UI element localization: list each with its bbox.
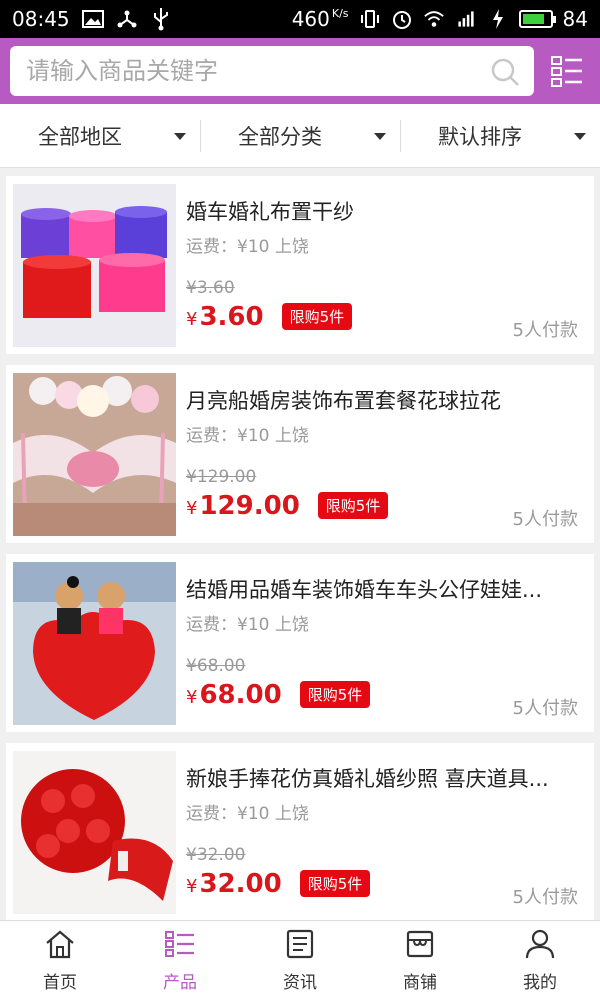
price-value: 129.00	[199, 491, 300, 521]
filter-label: 默认排序	[438, 124, 522, 149]
search-icon[interactable]	[490, 57, 520, 91]
product-image[interactable]	[13, 562, 176, 725]
battery-icon	[518, 10, 556, 28]
limit-badge: 限购5件	[299, 870, 371, 897]
image-icon	[81, 8, 104, 30]
filter-sort[interactable]: 默认排序	[400, 116, 600, 156]
product-price: ¥3.60 限购5件	[186, 302, 353, 333]
chevron-down-icon	[574, 132, 586, 140]
store-icon	[404, 929, 436, 964]
bottom-tab-bar: 首页 产品 资讯 商铺 我的	[0, 920, 600, 1000]
product-item[interactable]: 月亮船婚房装饰布置套餐花球拉花 运费：¥10 上饶 ¥129.00 ¥129.0…	[6, 365, 594, 543]
shipping-info: 运费：¥10 上饶	[186, 804, 309, 824]
category-menu-icon[interactable]	[550, 54, 584, 88]
price-value: 3.60	[199, 302, 264, 332]
original-price: ¥129.00	[186, 467, 257, 487]
product-image[interactable]	[13, 751, 176, 914]
product-info: 新娘手捧花仿真婚礼婚纱照 喜庆道具... 运费：¥10 上饶 ¥32.00 ¥3…	[186, 743, 578, 921]
charging-icon	[487, 8, 509, 30]
tab-home[interactable]: 首页	[0, 921, 120, 1000]
product-title[interactable]: 月亮船婚房装饰布置套餐花球拉花	[186, 385, 578, 415]
price-value: 32.00	[199, 869, 282, 899]
paid-count: 5人付款	[512, 509, 578, 530]
original-price: ¥68.00	[186, 656, 246, 676]
paid-count: 5人付款	[512, 698, 578, 719]
tab-label: 首页	[43, 972, 77, 993]
search-input[interactable]	[26, 57, 518, 85]
limit-badge: 限购5件	[317, 492, 389, 519]
product-info: 婚车婚礼布置干纱 运费：¥10 上饶 ¥3.60 ¥3.60 限购5件 5人付款	[186, 176, 578, 354]
filter-bar: 全部地区 全部分类 默认排序	[0, 104, 600, 168]
product-price: ¥68.00 限购5件	[186, 680, 371, 711]
limit-badge: 限购5件	[299, 681, 371, 708]
tab-products[interactable]: 产品	[120, 921, 240, 1000]
usb-icon	[150, 8, 172, 31]
news-icon	[284, 929, 316, 964]
product-image[interactable]	[13, 373, 176, 536]
product-image[interactable]	[13, 184, 176, 347]
tab-label: 产品	[163, 972, 197, 993]
shipping-info: 运费：¥10 上饶	[186, 615, 309, 635]
chevron-down-icon	[174, 132, 186, 140]
product-list: 婚车婚礼布置干纱 运费：¥10 上饶 ¥3.60 ¥3.60 限购5件 5人付款	[6, 176, 594, 932]
header	[0, 38, 600, 104]
filter-category[interactable]: 全部分类	[200, 116, 400, 156]
tab-stores[interactable]: 商铺	[360, 921, 480, 1000]
product-info: 结婚用品婚车装饰婚车车头公仔娃娃... 运费：¥10 上饶 ¥68.00 ¥68…	[186, 554, 578, 732]
tab-label: 资讯	[283, 972, 317, 993]
list-icon	[164, 929, 196, 964]
product-price: ¥129.00 限购5件	[186, 491, 389, 522]
chevron-down-icon	[374, 132, 386, 140]
home-icon	[44, 929, 76, 964]
product-title[interactable]: 新娘手捧花仿真婚礼婚纱照 喜庆道具...	[186, 763, 578, 793]
filter-label: 全部分类	[238, 124, 322, 149]
original-price: ¥3.60	[186, 278, 235, 298]
network-speed: 460 K/s	[291, 7, 349, 31]
product-title[interactable]: 婚车婚礼布置干纱	[186, 196, 578, 226]
shipping-info: 运费：¥10 上饶	[186, 426, 309, 446]
product-info: 月亮船婚房装饰布置套餐花球拉花 运费：¥10 上饶 ¥129.00 ¥129.0…	[186, 365, 578, 543]
currency-symbol: ¥	[186, 687, 198, 708]
paid-count: 5人付款	[512, 320, 578, 341]
original-price: ¥32.00	[186, 845, 246, 865]
battery-percent: 84	[562, 7, 588, 31]
product-item[interactable]: 结婚用品婚车装饰婚车车头公仔娃娃... 运费：¥10 上饶 ¥68.00 ¥68…	[6, 554, 594, 732]
shipping-info: 运费：¥10 上饶	[186, 237, 309, 257]
product-item[interactable]: 新娘手捧花仿真婚礼婚纱照 喜庆道具... 运费：¥10 上饶 ¥32.00 ¥3…	[6, 743, 594, 921]
filter-label: 全部地区	[38, 124, 122, 149]
status-bar: 08:45 460 K/s 84	[0, 0, 600, 38]
tab-news[interactable]: 资讯	[240, 921, 360, 1000]
vibrate-icon	[359, 8, 381, 30]
tab-profile[interactable]: 我的	[480, 921, 600, 1000]
product-price: ¥32.00 限购5件	[186, 869, 371, 900]
product-title[interactable]: 结婚用品婚车装饰婚车车头公仔娃娃...	[186, 574, 578, 604]
user-icon	[524, 929, 556, 964]
wifi-icon	[423, 8, 445, 30]
price-value: 68.00	[199, 680, 282, 710]
clock: 08:45	[12, 7, 70, 31]
tab-label: 我的	[523, 972, 557, 993]
alarm-icon	[391, 8, 413, 30]
filter-region[interactable]: 全部地区	[0, 116, 200, 156]
product-item[interactable]: 婚车婚礼布置干纱 运费：¥10 上饶 ¥3.60 ¥3.60 限购5件 5人付款	[6, 176, 594, 354]
currency-symbol: ¥	[186, 876, 198, 897]
4g-signal-icon	[455, 8, 477, 30]
search-box	[10, 46, 534, 96]
paid-count: 5人付款	[512, 887, 578, 908]
currency-symbol: ¥	[186, 309, 198, 330]
usb-share-icon	[116, 8, 138, 30]
tab-label: 商铺	[403, 972, 437, 993]
currency-symbol: ¥	[186, 498, 198, 519]
limit-badge: 限购5件	[281, 303, 353, 330]
